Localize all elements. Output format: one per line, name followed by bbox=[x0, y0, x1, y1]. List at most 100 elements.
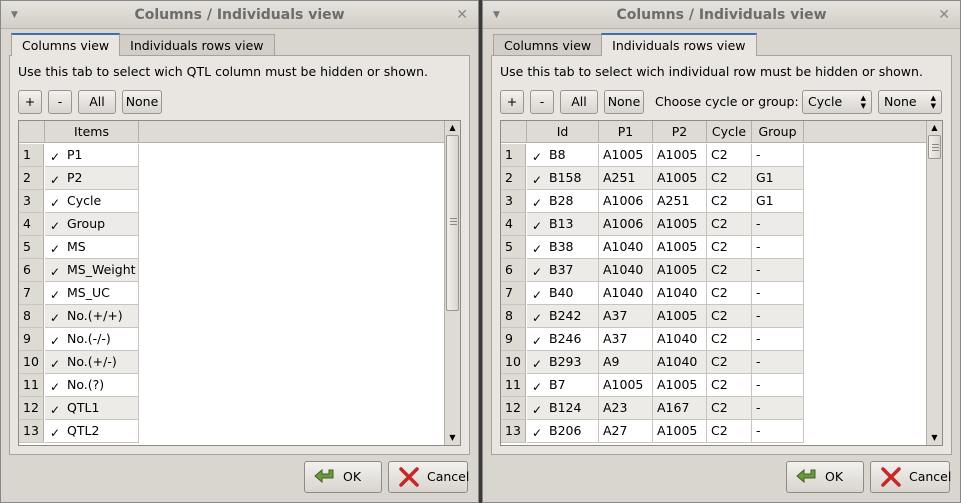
checkbox-checked-icon[interactable]: ✓ bbox=[49, 197, 61, 210]
checkbox-checked-icon[interactable]: ✓ bbox=[531, 427, 543, 440]
checkbox-checked-icon[interactable]: ✓ bbox=[49, 381, 61, 394]
item-cell[interactable]: ✓ MS bbox=[45, 236, 139, 259]
window-title: Columns / Individuals view bbox=[616, 7, 827, 23]
p2-cell: A1005 bbox=[653, 374, 707, 397]
checkbox-checked-icon[interactable]: ✓ bbox=[531, 151, 543, 164]
select-none-button[interactable]: None bbox=[604, 90, 644, 114]
ok-button[interactable]: OK bbox=[786, 461, 864, 493]
ok-arrow-icon bbox=[796, 468, 816, 484]
row-number: 13 bbox=[501, 420, 526, 443]
id-column-header[interactable]: Id bbox=[527, 121, 599, 143]
checkbox-checked-icon[interactable]: ✓ bbox=[49, 427, 61, 440]
item-cell[interactable]: ✓ MS_UC bbox=[45, 282, 139, 305]
cycle-cell: C2 bbox=[707, 397, 752, 420]
item-cell[interactable]: ✓ QTL2 bbox=[45, 420, 139, 443]
cycle-cell: C2 bbox=[707, 420, 752, 443]
close-icon[interactable]: ✕ bbox=[938, 1, 950, 29]
remove-button[interactable]: - bbox=[530, 90, 554, 114]
cancel-button[interactable]: Cancel bbox=[388, 461, 469, 493]
checkbox-checked-icon[interactable]: ✓ bbox=[49, 404, 61, 417]
add-button[interactable]: + bbox=[18, 90, 42, 114]
window-menu-icon[interactable]: ▼ bbox=[11, 1, 18, 29]
id-cell[interactable]: ✓ B40 bbox=[527, 282, 599, 305]
checkbox-checked-icon[interactable]: ✓ bbox=[49, 174, 61, 187]
checkbox-checked-icon[interactable]: ✓ bbox=[531, 358, 543, 371]
scroll-down-icon[interactable]: ▼ bbox=[445, 431, 460, 445]
checkbox-checked-icon[interactable]: ✓ bbox=[531, 289, 543, 302]
tab-columns-view[interactable]: Columns view bbox=[493, 34, 603, 56]
cycle-group-select[interactable]: Cycle ▲ ▼ bbox=[802, 90, 872, 114]
item-cell[interactable]: ✓ No.(+/+) bbox=[45, 305, 139, 328]
item-label: MS_Weight bbox=[67, 262, 136, 277]
checkbox-checked-icon[interactable]: ✓ bbox=[531, 174, 543, 187]
cycle-column-header[interactable]: Cycle bbox=[707, 121, 752, 143]
checkbox-checked-icon[interactable]: ✓ bbox=[531, 266, 543, 279]
ok-button[interactable]: OK bbox=[304, 461, 382, 493]
checkbox-checked-icon[interactable]: ✓ bbox=[49, 243, 61, 256]
row-number: 10 bbox=[19, 351, 44, 374]
scroll-up-icon[interactable]: ▲ bbox=[927, 121, 942, 135]
item-cell[interactable]: ✓ No.(+/-) bbox=[45, 351, 139, 374]
scroll-down-icon[interactable]: ▼ bbox=[927, 431, 942, 445]
id-cell[interactable]: ✓ B7 bbox=[527, 374, 599, 397]
scrollbar-thumb[interactable] bbox=[928, 135, 941, 159]
tab-individuals-rows-view[interactable]: Individuals rows view bbox=[119, 34, 275, 56]
item-cell[interactable]: ✓ MS_Weight bbox=[45, 259, 139, 282]
id-cell[interactable]: ✓ B38 bbox=[527, 236, 599, 259]
close-icon[interactable]: ✕ bbox=[456, 1, 468, 29]
select-all-button[interactable]: All bbox=[560, 90, 598, 114]
id-cell[interactable]: ✓ B124 bbox=[527, 397, 599, 420]
checkbox-checked-icon[interactable]: ✓ bbox=[531, 220, 543, 233]
id-cell[interactable]: ✓ B8 bbox=[527, 144, 599, 167]
cancel-button[interactable]: Cancel bbox=[870, 461, 951, 493]
item-cell[interactable]: ✓ P2 bbox=[45, 167, 139, 190]
checkbox-checked-icon[interactable]: ✓ bbox=[49, 289, 61, 302]
id-cell[interactable]: ✓ B293 bbox=[527, 351, 599, 374]
remove-button[interactable]: - bbox=[48, 90, 72, 114]
vertical-scrollbar[interactable]: ▲ ▼ bbox=[444, 121, 460, 445]
group-cell: - bbox=[752, 213, 804, 236]
vertical-scrollbar[interactable]: ▲ ▼ bbox=[926, 121, 942, 445]
checkbox-checked-icon[interactable]: ✓ bbox=[49, 358, 61, 371]
row-number: 2 bbox=[19, 167, 44, 190]
checkbox-checked-icon[interactable]: ✓ bbox=[531, 243, 543, 256]
select-none-button[interactable]: None bbox=[122, 90, 162, 114]
tab-individuals-rows-view[interactable]: Individuals rows view bbox=[601, 33, 757, 56]
checkbox-checked-icon[interactable]: ✓ bbox=[531, 335, 543, 348]
checkbox-checked-icon[interactable]: ✓ bbox=[531, 381, 543, 394]
p2-column-header[interactable]: P2 bbox=[653, 121, 707, 143]
checkbox-checked-icon[interactable]: ✓ bbox=[531, 312, 543, 325]
tab-columns-view[interactable]: Columns view bbox=[11, 33, 121, 56]
p2-cell: A167 bbox=[653, 397, 707, 420]
item-cell[interactable]: ✓ Group bbox=[45, 213, 139, 236]
checkbox-checked-icon[interactable]: ✓ bbox=[531, 197, 543, 210]
checkbox-checked-icon[interactable]: ✓ bbox=[49, 220, 61, 233]
id-cell[interactable]: ✓ B158 bbox=[527, 167, 599, 190]
item-cell[interactable]: ✓ No.(?) bbox=[45, 374, 139, 397]
item-cell[interactable]: ✓ QTL1 bbox=[45, 397, 139, 420]
scroll-up-icon[interactable]: ▲ bbox=[445, 121, 460, 135]
item-cell[interactable]: ✓ P1 bbox=[45, 144, 139, 167]
scrollbar-thumb[interactable] bbox=[446, 135, 459, 311]
group-column-header[interactable]: Group bbox=[752, 121, 804, 143]
id-cell[interactable]: ✓ B206 bbox=[527, 420, 599, 443]
checkbox-checked-icon[interactable]: ✓ bbox=[531, 404, 543, 417]
p1-column-header[interactable]: P1 bbox=[599, 121, 653, 143]
item-cell[interactable]: ✓ Cycle bbox=[45, 190, 139, 213]
checkbox-checked-icon[interactable]: ✓ bbox=[49, 312, 61, 325]
id-cell[interactable]: ✓ B13 bbox=[527, 213, 599, 236]
checkbox-checked-icon[interactable]: ✓ bbox=[49, 151, 61, 164]
id-cell[interactable]: ✓ B37 bbox=[527, 259, 599, 282]
add-button[interactable]: + bbox=[500, 90, 524, 114]
value-select[interactable]: None ▲ ▼ bbox=[878, 90, 942, 114]
window-menu-icon[interactable]: ▼ bbox=[493, 1, 500, 29]
checkbox-checked-icon[interactable]: ✓ bbox=[49, 335, 61, 348]
items-column-header[interactable]: Items bbox=[45, 121, 139, 143]
id-cell[interactable]: ✓ B242 bbox=[527, 305, 599, 328]
checkbox-checked-icon[interactable]: ✓ bbox=[49, 266, 61, 279]
id-cell[interactable]: ✓ B28 bbox=[527, 190, 599, 213]
items-table: Items 1 ✓ P1 2 ✓ P2 3 ✓ Cycle 4 ✓ Group 5 ✓ MS 6 ✓ MS_Wei… bbox=[18, 120, 461, 446]
item-cell[interactable]: ✓ No.(-/-) bbox=[45, 328, 139, 351]
select-all-button[interactable]: All bbox=[78, 90, 116, 114]
id-cell[interactable]: ✓ B246 bbox=[527, 328, 599, 351]
